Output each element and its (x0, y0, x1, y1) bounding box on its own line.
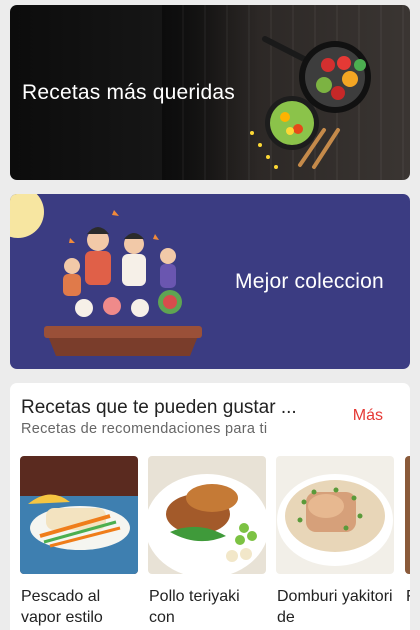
recommendations-card: Recetas que te pueden gustar ... Recetas… (10, 383, 410, 630)
recipe-thumbnail-steamed-fish[interactable] (20, 456, 138, 574)
recipes-home-screen: Recetas más queridas Mejor coleccion Rec… (0, 0, 420, 630)
recipe-thumbnail-teriyaki-chicken[interactable] (148, 456, 266, 574)
more-link[interactable]: Más (353, 407, 383, 425)
recipe-name[interactable]: F (406, 586, 410, 607)
banner-title: Mejor coleccion (235, 270, 384, 293)
food-dishes-illustration (250, 36, 371, 169)
recipe-name[interactable]: Domburi yakitori de (277, 586, 395, 628)
section-title: Recetas que te pueden gustar ... (21, 397, 297, 418)
banner-title: Recetas más queridas (22, 81, 235, 104)
family-feast-illustration (10, 194, 202, 356)
recipe-thumbnail-partial[interactable] (405, 456, 410, 574)
banner-most-loved-recipes[interactable]: Recetas más queridas (10, 5, 410, 180)
recipe-name[interactable]: Pollo teriyaki con (149, 586, 267, 628)
recipe-name[interactable]: Pescado al vapor estilo (21, 586, 139, 628)
recipe-thumbnail-yakitori-donburi[interactable] (276, 456, 394, 574)
banner-best-collection[interactable]: Mejor coleccion (10, 194, 410, 369)
section-subtitle: Recetas de recomendaciones para ti (21, 421, 268, 437)
